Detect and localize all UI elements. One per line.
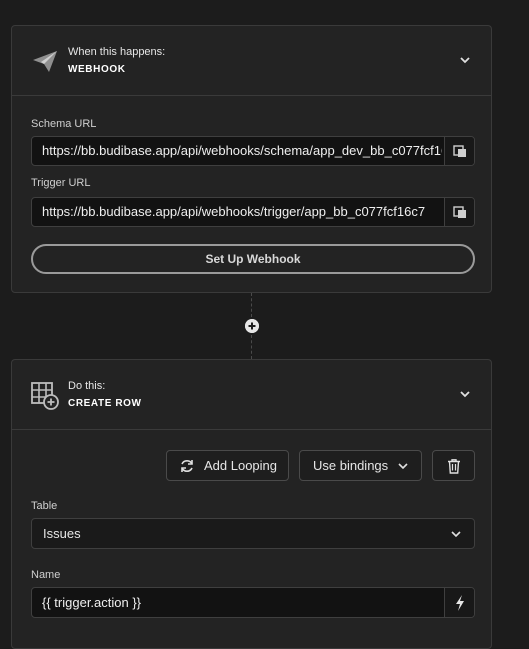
trigger-label: When this happens: <box>68 46 166 58</box>
name-field[interactable]: {{ trigger.action }} <box>31 587 475 618</box>
action-label: Do this: <box>68 380 106 392</box>
trash-icon <box>448 459 460 474</box>
add-looping-button[interactable]: Add Looping <box>166 450 289 481</box>
action-card-header[interactable]: Do this: CREATE ROW <box>12 360 491 430</box>
table-label: Table <box>31 500 58 512</box>
trigger-url-field[interactable]: https://bb.budibase.app/api/webhooks/tri… <box>31 197 475 227</box>
paper-plane-icon <box>33 51 57 72</box>
action-title: CREATE ROW <box>68 398 142 409</box>
delete-step-button[interactable] <box>432 450 475 481</box>
lightning-icon <box>456 595 464 611</box>
trigger-url-label: Trigger URL <box>31 177 91 189</box>
table-add-icon <box>31 382 59 410</box>
trigger-title: WEBHOOK <box>68 64 126 75</box>
table-select-value: Issues <box>43 526 81 541</box>
copy-schema-url-button[interactable] <box>444 137 474 165</box>
setup-webhook-button[interactable]: Set Up Webhook <box>31 244 475 274</box>
name-field-value[interactable]: {{ trigger.action }} <box>42 588 442 617</box>
trigger-card-header[interactable]: When this happens: WEBHOOK <box>12 26 491 96</box>
copy-icon <box>453 145 466 157</box>
loop-icon <box>181 460 193 472</box>
schema-url-value[interactable]: https://bb.budibase.app/api/webhooks/sch… <box>42 137 442 165</box>
copy-trigger-url-button[interactable] <box>444 198 474 226</box>
chevron-down-icon[interactable] <box>459 54 471 66</box>
add-looping-label: Add Looping <box>204 458 278 473</box>
chevron-down-icon <box>451 531 461 538</box>
name-label: Name <box>31 569 61 581</box>
bindings-button[interactable] <box>444 588 474 617</box>
add-step-button[interactable] <box>245 319 259 333</box>
copy-icon <box>453 206 466 218</box>
chevron-down-icon[interactable] <box>459 388 471 400</box>
connector-line-bottom <box>251 335 252 359</box>
trigger-url-value[interactable]: https://bb.budibase.app/api/webhooks/tri… <box>42 198 442 226</box>
chevron-down-icon <box>398 463 408 470</box>
schema-url-label: Schema URL <box>31 118 97 130</box>
use-bindings-dropdown[interactable]: Use bindings <box>299 450 422 481</box>
action-card: Do this: CREATE ROW Add Looping Use bind… <box>11 359 492 649</box>
use-bindings-label: Use bindings <box>313 458 389 473</box>
trigger-card: When this happens: WEBHOOK Schema URL ht… <box>11 25 492 293</box>
connector-line-top <box>251 293 252 317</box>
schema-url-field[interactable]: https://bb.budibase.app/api/webhooks/sch… <box>31 136 475 166</box>
table-select[interactable]: Issues <box>31 518 475 549</box>
